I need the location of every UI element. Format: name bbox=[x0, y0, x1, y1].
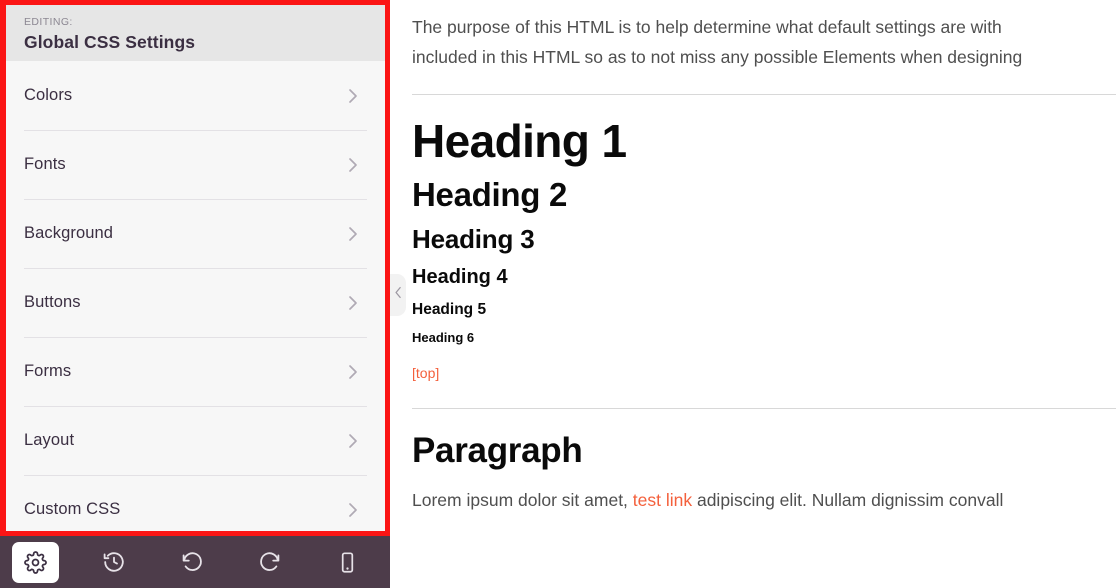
editing-label: EDITING: bbox=[24, 16, 73, 28]
sidebar-item-label: Background bbox=[24, 224, 114, 242]
heading-2: Heading 2 bbox=[412, 176, 568, 213]
chevron-left-icon bbox=[392, 286, 405, 304]
chevron-right-icon bbox=[345, 502, 361, 518]
undo-icon bbox=[180, 550, 204, 574]
undo-button[interactable] bbox=[168, 542, 215, 583]
sidebar-item-label: Buttons bbox=[24, 293, 81, 311]
panel-collapse-handle[interactable] bbox=[390, 274, 406, 316]
chevron-right-icon bbox=[345, 295, 361, 311]
sidebar-item-buttons[interactable]: Buttons bbox=[6, 268, 385, 337]
redo-icon bbox=[258, 550, 282, 574]
settings-button[interactable] bbox=[12, 541, 59, 583]
paragraph-text-after: adipiscing elit. Nullam dignissim conval… bbox=[692, 490, 1004, 510]
chevron-right-icon bbox=[345, 364, 361, 380]
sidebar-item-forms[interactable]: Forms bbox=[6, 337, 385, 406]
redo-button[interactable] bbox=[246, 542, 293, 583]
panel-header: EDITING: Global CSS Settings bbox=[6, 5, 385, 61]
paragraph-text-before: Lorem ipsum dolor sit amet, bbox=[412, 490, 633, 510]
test-link[interactable]: test link bbox=[633, 490, 692, 510]
chevron-right-icon bbox=[345, 157, 361, 173]
responsive-preview-button[interactable] bbox=[324, 542, 371, 583]
sidebar-item-layout[interactable]: Layout bbox=[6, 406, 385, 475]
divider-rule-paragraph bbox=[412, 408, 1116, 409]
heading-3: Heading 3 bbox=[412, 224, 535, 254]
divider-rule-top bbox=[412, 94, 1116, 95]
sidebar-item-label: Colors bbox=[24, 86, 73, 104]
chevron-right-icon bbox=[345, 88, 361, 104]
chevron-right-icon bbox=[345, 226, 361, 242]
panel-inner: EDITING: Global CSS Settings Colors Font… bbox=[6, 5, 385, 531]
sidebar-item-background[interactable]: Background bbox=[6, 199, 385, 268]
sidebar-item-fonts[interactable]: Fonts bbox=[6, 130, 385, 199]
chevron-right-icon bbox=[345, 433, 361, 449]
history-clock-icon bbox=[102, 550, 126, 574]
settings-menu-list: Colors Fonts Background Buttons Forms La… bbox=[6, 61, 385, 531]
sidebar-item-label: Layout bbox=[24, 431, 75, 449]
heading-6: Heading 6 bbox=[412, 330, 475, 345]
editor-root: The purpose of this HTML is to help dete… bbox=[0, 0, 1116, 588]
top-anchor-link[interactable]: [top] bbox=[412, 365, 439, 381]
heading-1: Heading 1 bbox=[412, 115, 627, 167]
history-button[interactable] bbox=[90, 542, 137, 583]
sidebar-item-label: Fonts bbox=[24, 155, 66, 173]
gear-icon bbox=[24, 550, 47, 574]
heading-5: Heading 5 bbox=[412, 301, 487, 318]
heading-4: Heading 4 bbox=[412, 266, 508, 288]
intro-line-2: included in this HTML so as to not miss … bbox=[412, 47, 1023, 67]
editor-toolbar bbox=[0, 536, 390, 588]
sidebar-item-label: Custom CSS bbox=[24, 500, 121, 518]
paragraph-section-title: Paragraph bbox=[412, 431, 583, 470]
sidebar-item-label: Forms bbox=[24, 362, 72, 380]
mobile-device-icon bbox=[336, 551, 359, 574]
paragraph-body: Lorem ipsum dolor sit amet, test link ad… bbox=[412, 485, 1116, 515]
global-css-settings-panel: EDITING: Global CSS Settings Colors Font… bbox=[0, 0, 390, 536]
sidebar-item-colors[interactable]: Colors bbox=[6, 61, 385, 130]
intro-line-1: The purpose of this HTML is to help dete… bbox=[412, 17, 1002, 37]
sidebar-item-custom-css[interactable]: Custom CSS bbox=[6, 475, 385, 531]
preview-content: The purpose of this HTML is to help dete… bbox=[392, 0, 1116, 588]
intro-paragraph: The purpose of this HTML is to help dete… bbox=[412, 0, 1116, 72]
page-title: Global CSS Settings bbox=[24, 32, 196, 52]
